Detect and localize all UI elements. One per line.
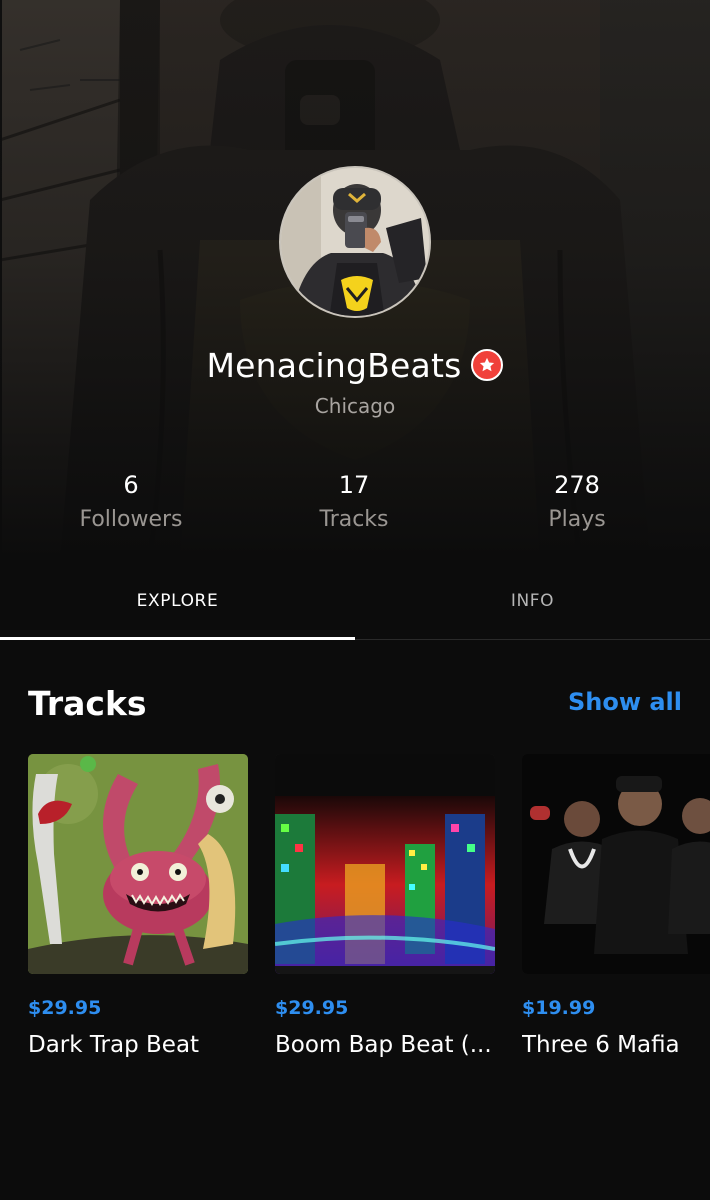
avatar-image xyxy=(281,168,429,316)
username: MenacingBeats xyxy=(206,345,462,385)
stat-label: Plays xyxy=(548,507,606,532)
location-label: Chicago xyxy=(314,394,396,418)
stat-value: 17 xyxy=(338,471,370,499)
track-title: Dark Trap Beat xyxy=(28,1032,200,1058)
username-row: MenacingBeats xyxy=(0,340,710,390)
stat-value: 278 xyxy=(554,471,600,499)
tracks-carousel[interactable]: $29.95 Dark Trap Beat $29.95 Boom Bap Be… xyxy=(0,754,710,1074)
track-artwork xyxy=(522,754,710,974)
track-price: $29.95 xyxy=(28,997,102,1019)
track-card[interactable]: $19.99 Three 6 Mafia xyxy=(522,754,710,1060)
profile-tabs: EXPLORE INFO xyxy=(0,562,710,640)
stat-value: 6 xyxy=(123,471,139,499)
track-title: Boom Bap Beat (... xyxy=(275,1032,492,1058)
track-card[interactable]: $29.95 Dark Trap Beat xyxy=(28,754,248,1060)
track-title: Three 6 Mafia xyxy=(522,1032,680,1058)
stat-label: Followers xyxy=(79,507,183,532)
track-price: $29.95 xyxy=(275,997,349,1019)
active-tab-indicator xyxy=(0,637,355,640)
track-card[interactable]: $29.95 Boom Bap Beat (... xyxy=(275,754,495,1060)
tab-explore[interactable]: EXPLORE xyxy=(0,562,355,640)
star-badge-icon xyxy=(471,349,504,381)
track-price: $19.99 xyxy=(522,997,596,1019)
profile-stats: 6 Followers 17 Tracks 278 Plays xyxy=(0,468,710,548)
track-artwork xyxy=(275,754,495,974)
track-artwork xyxy=(28,754,248,974)
stat-tracks[interactable]: 17 Tracks xyxy=(236,468,472,538)
tracks-section-title: Tracks xyxy=(28,684,147,723)
stat-label: Tracks xyxy=(319,507,389,532)
stat-plays[interactable]: 278 Plays xyxy=(459,468,695,538)
avatar[interactable] xyxy=(279,166,431,318)
profile-header: MenacingBeats Chicago 6 Followers 17 Tra… xyxy=(0,0,710,560)
show-all-link[interactable]: Show all xyxy=(568,688,682,716)
profile-screen: MenacingBeats Chicago 6 Followers 17 Tra… xyxy=(0,0,710,1200)
stat-followers[interactable]: 6 Followers xyxy=(13,468,249,538)
tab-info[interactable]: INFO xyxy=(355,562,710,640)
